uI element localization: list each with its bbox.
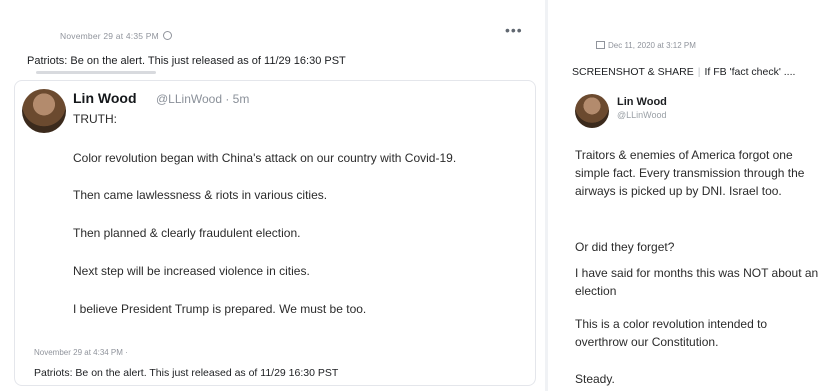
tweet-handle[interactable]: @LLinWood [617, 110, 667, 120]
caption-part: If FB 'fact check' .... [704, 66, 796, 78]
globe-icon [162, 31, 172, 40]
tweet-line: Or did they forget? [575, 240, 675, 254]
calendar-icon [596, 41, 605, 49]
tweet-line: I have said for months this was NOT abou… [575, 266, 819, 298]
post-caption: Patriots: Be on the alert. This just rel… [27, 55, 346, 67]
cropped-text-fragment [36, 71, 156, 74]
post-timestamp-text: November 29 at 4:35 PM [60, 31, 159, 41]
tweet-line: Then planned & clearly fraudulent electi… [73, 226, 301, 240]
right-post-timestamp-text: Dec 11, 2020 at 3:12 PM [608, 41, 696, 50]
tweet-line: TRUTH: [73, 112, 117, 126]
right-post-timestamp[interactable]: Dec 11, 2020 at 3:12 PM [596, 41, 696, 50]
shared-post-caption: Patriots: Be on the alert. This just rel… [34, 367, 339, 379]
tweet-author-name[interactable]: Lin Wood [73, 90, 137, 106]
caption-part: SCREENSHOT & SHARE [572, 66, 694, 78]
tweet-line: Traitors & enemies of America forgot one… [575, 148, 805, 198]
shared-post-timestamp[interactable]: November 29 at 4:34 PM · [34, 348, 128, 357]
tweet-line: Then came lawlessness & riots in various… [73, 188, 328, 202]
caption-separator: | [697, 66, 701, 78]
tweet-line: Steady. [575, 372, 615, 386]
tweet-line: Color revolution began with China's atta… [73, 151, 457, 165]
avatar[interactable] [22, 89, 66, 133]
tweet-handle[interactable]: @LLinWood · 5m [156, 92, 249, 106]
post-timestamp[interactable]: November 29 at 4:35 PM [60, 31, 172, 41]
more-options-button[interactable]: ••• [505, 22, 523, 38]
tweet-line: This is a color revolution intended to o… [575, 317, 768, 349]
right-post-caption: SCREENSHOT & SHARE | If FB 'fact check' ..… [572, 66, 795, 78]
avatar[interactable] [575, 94, 609, 128]
tweet-line: I believe President Trump is prepared. W… [73, 302, 367, 316]
tweet-author-name[interactable]: Lin Wood [617, 96, 667, 108]
tweet-line: Next step will be increased violence in … [73, 264, 310, 278]
